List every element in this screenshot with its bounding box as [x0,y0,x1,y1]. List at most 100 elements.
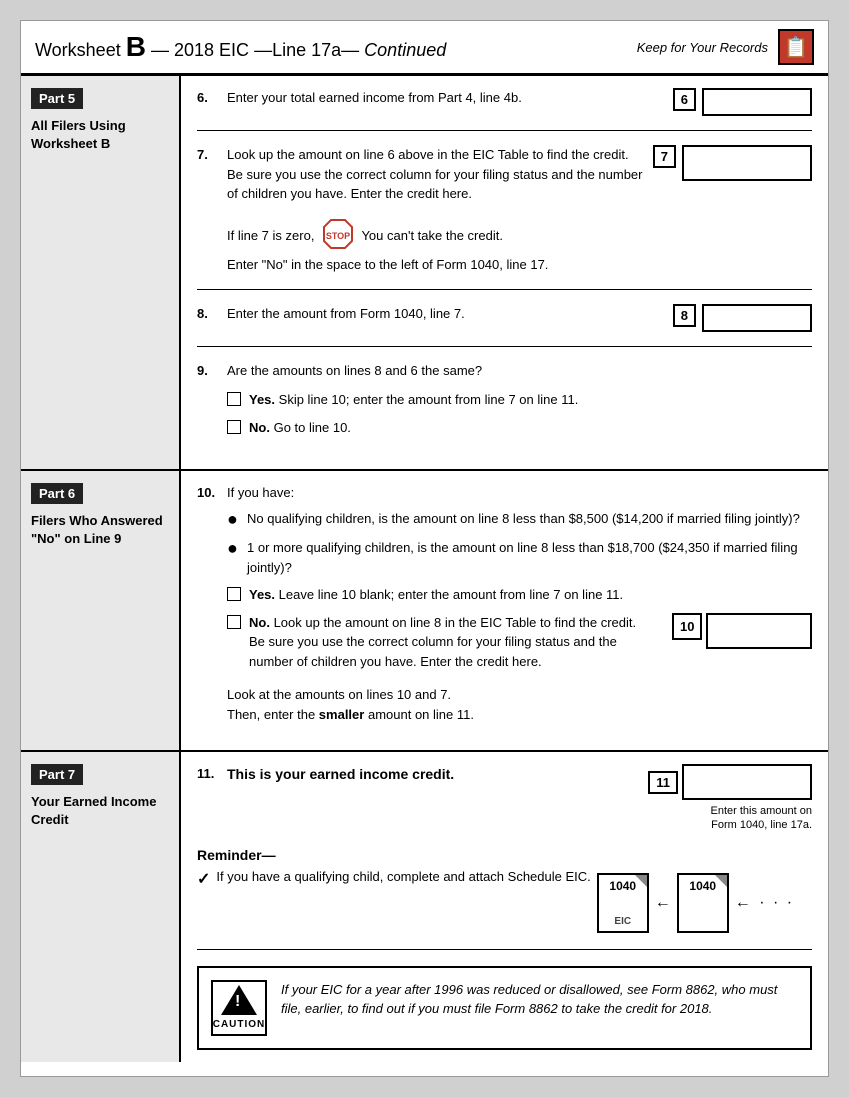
line7-divider [197,289,812,290]
line9-row: 9. Are the amounts on lines 8 and 6 the … [197,361,812,444]
line10-footer: Look at the amounts on lines 10 and 7. T… [227,685,812,724]
header: Worksheet B — 2018 EIC —Line 17a— Contin… [21,21,828,76]
line8-divider [197,346,812,347]
line9-yes-checkbox[interactable] [227,392,241,406]
bold-b: B [126,31,146,62]
part5-sidebar: Part 5 All Filers Using Worksheet B [21,76,181,469]
line9-no-label: No. Go to line 10. [249,418,351,438]
header-year: 2018 [174,40,214,60]
line10-yes-checkbox[interactable] [227,587,241,601]
part7-title: Your Earned Income Credit [31,793,169,829]
dotted-arrow: ← · · · [735,894,794,912]
left-arrow: ← [655,894,671,912]
line11-number: 11. [197,766,219,781]
line7-text: Look up the amount on line 6 above in th… [227,145,644,275]
part6-title: Filers Who Answered "No" on Line 9 [31,512,169,548]
line10-footer-bold: smaller [319,707,365,722]
line8-input[interactable] [702,304,812,332]
line6-divider [197,130,812,131]
caution-icon: CAUTION [211,980,267,1036]
line10-no-row: No. Look up the amount on line 8 in the … [227,613,812,672]
form-1040-label: 1040 [609,879,636,893]
part6-sidebar: Part 6 Filers Who Answered "No" on Line … [21,471,181,750]
line7-number: 7. [197,147,219,162]
line9-content: Are the amounts on lines 8 and 6 the sam… [227,361,812,444]
line11-note1: Enter this amount on [710,805,812,817]
line10-number: 10. [197,485,219,500]
line7-input-area: 7 [652,145,812,181]
line10-footer1: Look at the amounts on lines 10 and 7. [227,685,812,705]
form-eic-label: EIC [614,916,631,927]
line9-yes-label: Yes. Skip line 10; enter the amount from… [249,390,578,410]
part7-sidebar: Part 7 Your Earned Income Credit [21,752,181,1062]
line6-input[interactable] [702,88,812,116]
header-dash: — [151,40,169,60]
caution-triangle [221,985,257,1015]
line10-no-text: Look up the amount on line 8 in the EIC … [249,615,636,669]
keep-records-text: Keep for Your Records [637,40,768,55]
line6-input-area: 6 [652,88,812,116]
line8-text: Enter the amount from Form 1040, line 7. [227,304,644,324]
line10-label: 10 [672,613,702,641]
reminder-divider [197,949,812,950]
line7-stop-text: If line 7 is zero, [227,228,314,243]
page: Worksheet B — 2018 EIC —Line 17a— Contin… [20,20,829,1077]
part6-content: 10. If you have: ● No qualifying childre… [181,471,828,750]
part7-badge: Part 7 [31,764,83,785]
line11-input[interactable] [682,764,812,800]
caution-text: If your EIC for a year after 1996 was re… [281,980,798,1019]
line7-stop-row: If line 7 is zero, STOP You can't take t… [227,218,644,256]
reminder-text: If you have a qualifying child, complete… [216,869,590,884]
part6-badge: Part 6 [31,483,83,504]
line10-intro: If you have: [227,483,812,503]
line7-stop-note: Enter "No" in the space to the left of F… [227,255,644,275]
line10-no-label: No. [249,615,270,630]
line7-label: 7 [653,145,676,168]
form-1040-eic-icon: 1040 EIC [597,873,649,933]
line10-bullet2: ● 1 or more qualifying children, is the … [227,538,812,577]
line11-text: This is your earned income credit. [227,764,640,785]
part7-content: 11. This is your earned income credit. 1… [181,752,828,1062]
caution-box: CAUTION If your EIC for a year after 199… [197,966,812,1050]
line6-row: 6. Enter your total earned income from P… [197,88,812,116]
line11-note2: Form 1040, line 17a. [711,819,812,831]
stop-sign: STOP [322,218,354,256]
line10-footer3: amount on line 11. [368,707,474,722]
reminder-title: Reminder— [197,847,812,863]
form-icons: 1040 EIC ← 1040 [597,873,794,933]
line10-input[interactable] [706,613,812,649]
line7-main-text: Look up the amount on line 6 above in th… [227,145,644,204]
line10-bullet1: ● No qualifying children, is the amount … [227,509,812,531]
svg-text:STOP: STOP [326,231,350,241]
bullet2-dot: ● [227,538,239,560]
part5-title: All Filers Using Worksheet B [31,117,169,153]
part6-section: Part 6 Filers Who Answered "No" on Line … [21,471,828,752]
line8-input-area: 8 [652,304,812,332]
line8-label: 8 [673,304,696,327]
line10-input-area: 10 [672,613,812,649]
header-line: —Line 17a— [254,40,359,60]
line9-number: 9. [197,363,219,378]
bullet1-dot: ● [227,509,239,531]
line7-input[interactable] [682,145,812,181]
arrows: ← [655,894,671,912]
line11-input-area: 11 Enter this amount on Form 1040, line … [648,764,812,833]
reminder-check-row: ✓ If you have a qualifying child, comple… [197,869,812,933]
form-1040-first: 1040 EIC [597,873,649,933]
line10-yes-row: Yes. Leave line 10 blank; enter the amou… [227,585,812,605]
line11-label: 11 [648,771,678,794]
line10-no-checkbox[interactable] [227,615,241,629]
line10-no-content: No. Look up the amount on line 8 in the … [249,613,654,672]
line11-row: 11. This is your earned income credit. 1… [197,764,812,833]
line6-label: 6 [673,88,696,111]
form-1040-2-label: 1040 [689,879,716,893]
line11-input-row: 11 [648,764,812,800]
worksheet-label: Worksheet [35,40,121,60]
line8-row: 8. Enter the amount from Form 1040, line… [197,304,812,332]
line9-no-checkbox[interactable] [227,420,241,434]
part5-badge: Part 5 [31,88,83,109]
line10-content: If you have: ● No qualifying children, i… [227,483,812,724]
line6-text: Enter your total earned income from Part… [227,88,644,108]
line7-stop-after: You can't take the credit. [361,228,502,243]
reminder-checkmark: ✓ [197,869,210,889]
